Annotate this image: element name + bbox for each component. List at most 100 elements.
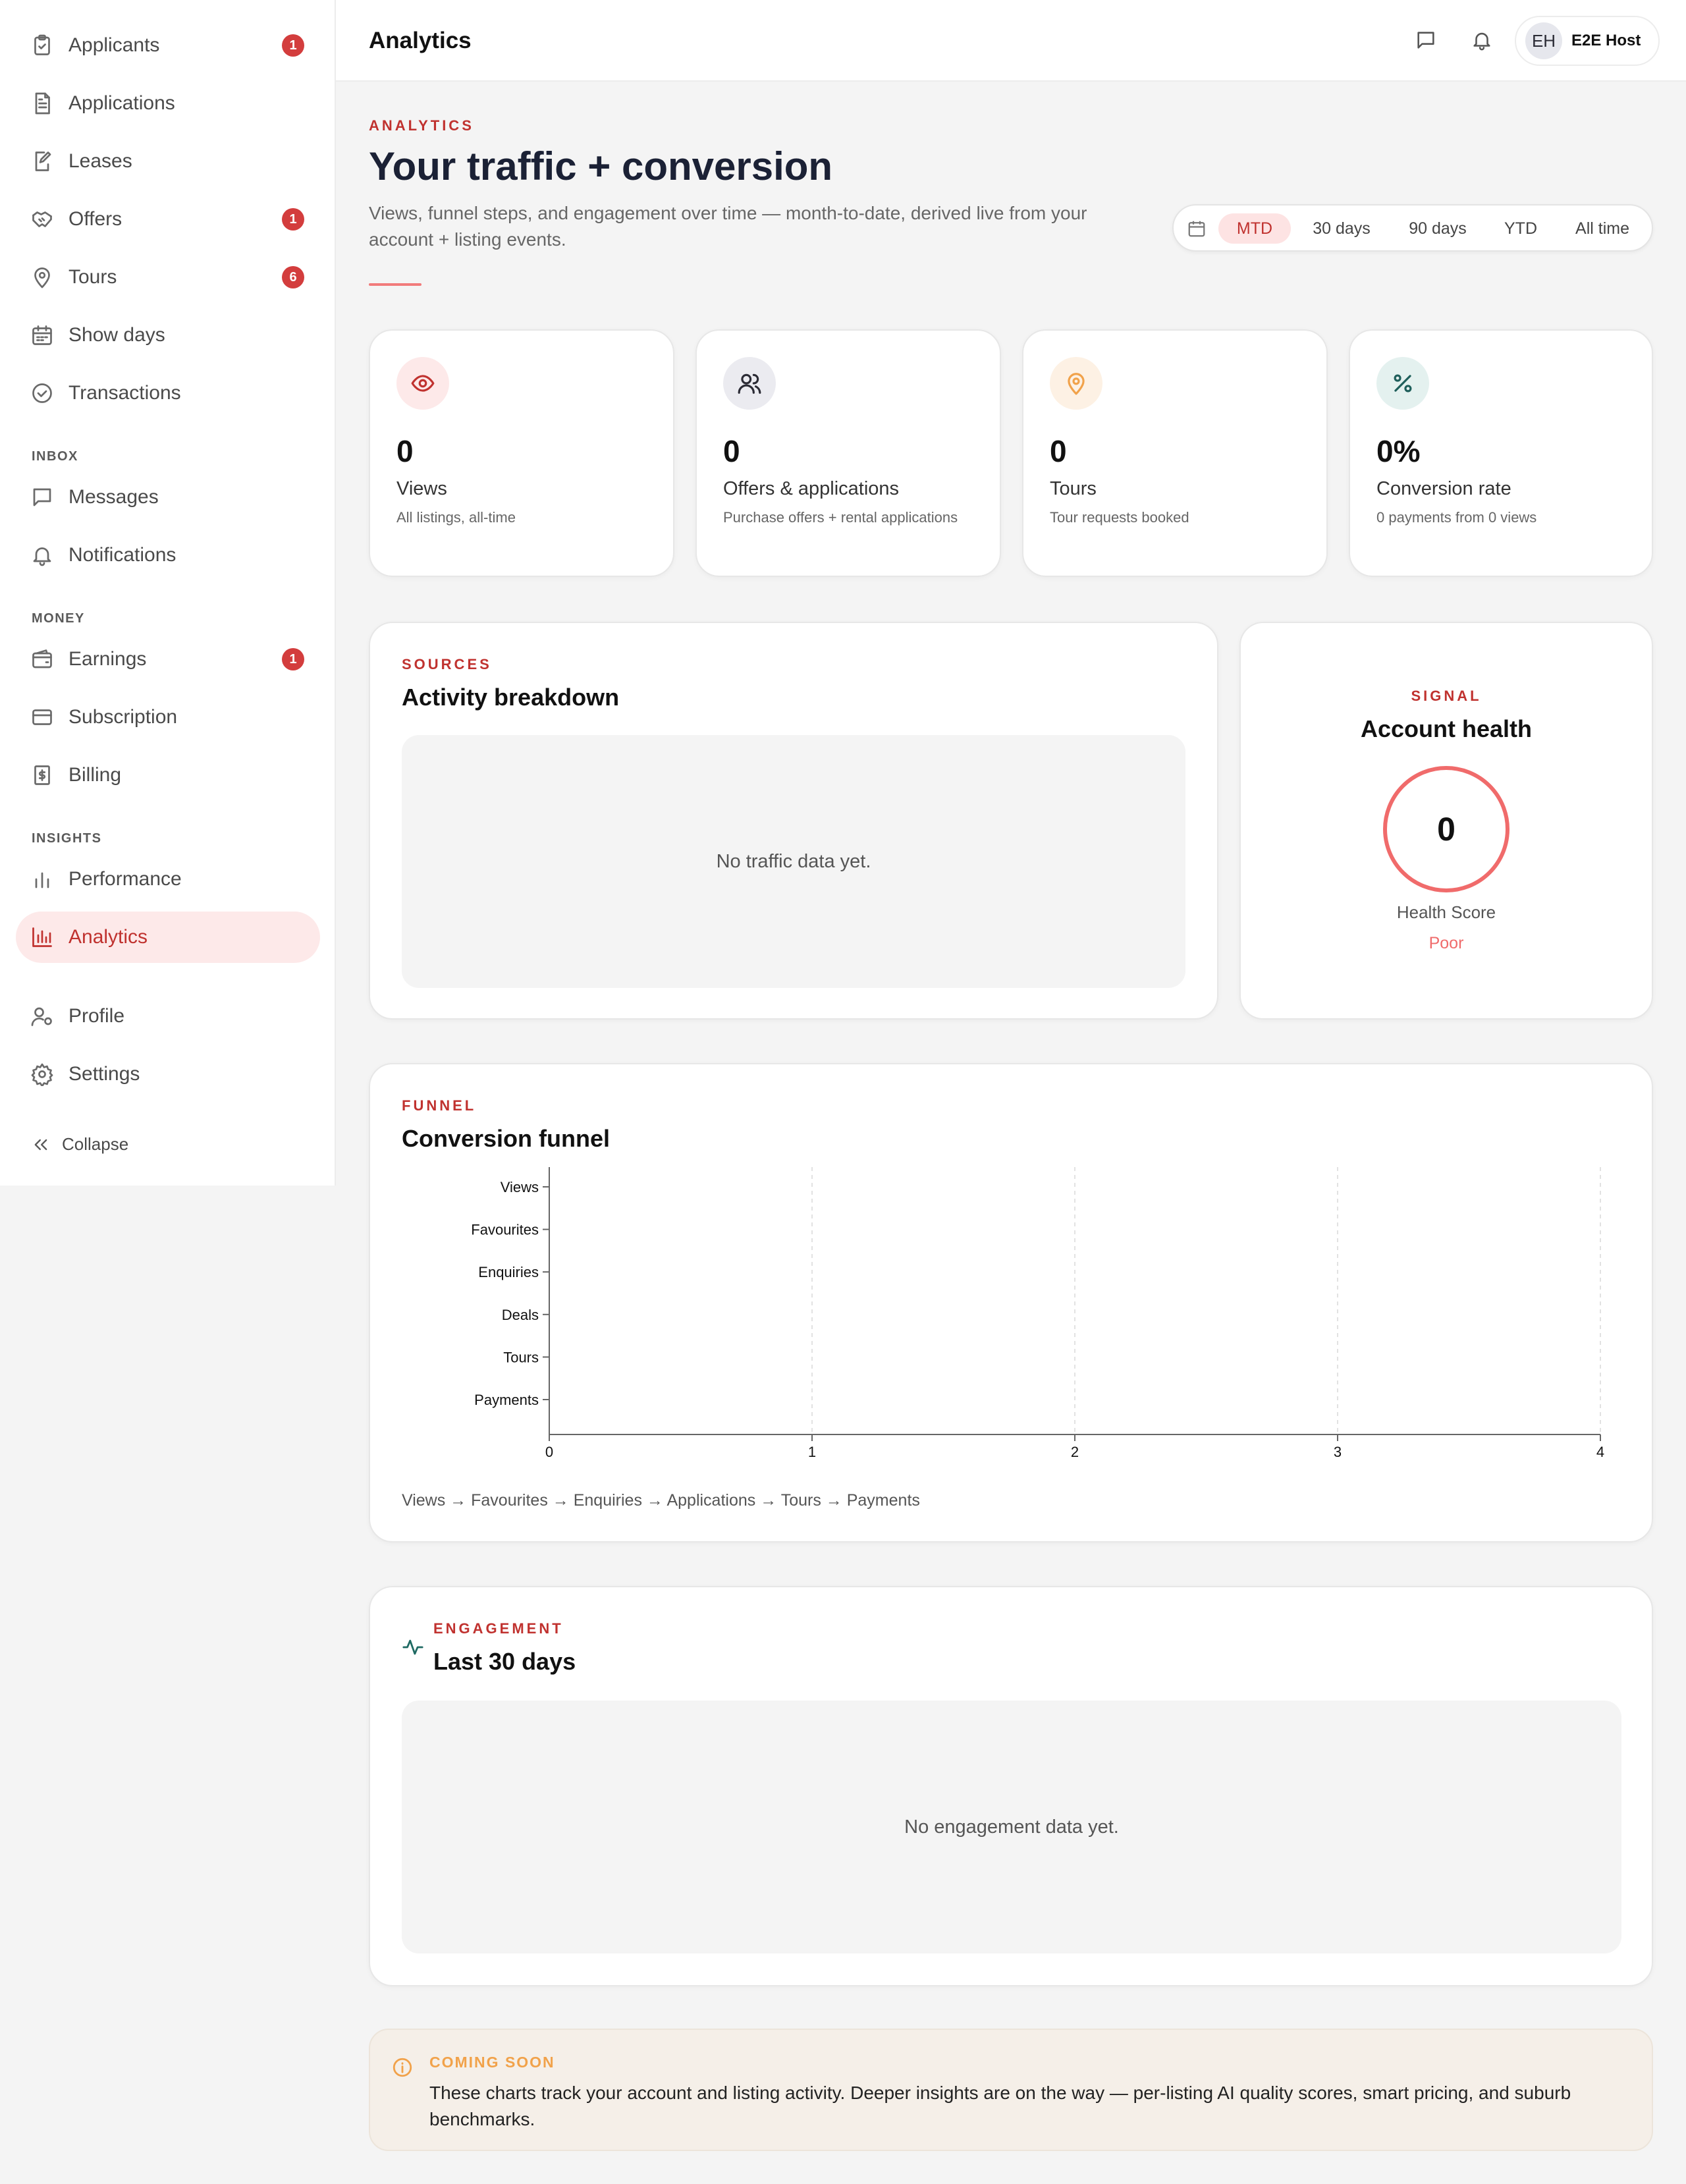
- users-icon: [723, 357, 776, 410]
- sidebar-item-leases[interactable]: Leases: [16, 136, 320, 187]
- sidebar-item-label: Analytics: [68, 926, 148, 948]
- sidebar-item-label: Applicants: [68, 34, 160, 56]
- sidebar: Applicants 1 Applications Leases Offers …: [0, 0, 336, 1186]
- stat-label: Offers & applications: [723, 478, 900, 499]
- sidebar-item-notifications[interactable]: Notifications: [16, 530, 320, 581]
- collapse-label: Collapse: [62, 1134, 129, 1154]
- chat-icon: [1417, 32, 1434, 49]
- top-bar: Analytics EH E2E Host: [336, 0, 1686, 82]
- x-tick-label: 2: [1071, 1444, 1079, 1460]
- pen-document-icon: [30, 150, 54, 173]
- map-pin-icon: [1050, 357, 1102, 410]
- health-score-ring: 0: [1383, 766, 1509, 892]
- sidebar-item-analytics[interactable]: Analytics: [16, 912, 320, 963]
- range-option-30-days[interactable]: 30 days: [1299, 213, 1384, 244]
- credit-card-icon: [30, 705, 54, 729]
- stat-label: Tours: [1050, 478, 1097, 499]
- collapse-button[interactable]: Collapse: [32, 1134, 128, 1155]
- sidebar-item-settings[interactable]: Settings: [16, 1049, 320, 1100]
- wallet-icon: [30, 647, 54, 671]
- count-badge: 1: [282, 648, 304, 670]
- count-badge: 6: [282, 266, 304, 288]
- y-tick-label: Tours: [503, 1349, 539, 1365]
- notice-title: COMING SOON: [429, 2054, 555, 2071]
- user-menu-button[interactable]: EH E2E Host: [1515, 16, 1660, 66]
- sidebar-item-label: Earnings: [68, 648, 147, 670]
- stat-subtext: All listings, all-time: [396, 509, 516, 526]
- card-title: Last 30 days: [433, 1648, 576, 1675]
- health-rating: Poor: [1428, 934, 1464, 952]
- count-badge: 1: [282, 208, 304, 231]
- sidebar-item-tours[interactable]: Tours 6: [16, 252, 320, 303]
- stat-card-conversion-rate: 0% Conversion rate 0 payments from 0 vie…: [1349, 329, 1653, 577]
- sidebar-item-label: Leases: [68, 150, 132, 172]
- stat-card-offers-applications: 0 Offers & applications Purchase offers …: [695, 329, 1001, 577]
- activity-breakdown-card: SOURCES Activity breakdown No traffic da…: [369, 622, 1218, 1020]
- analytics-chart-icon: [30, 925, 54, 949]
- map-pin-icon: [30, 265, 54, 289]
- funnel-caption: Views → Favourites → Enquiries → Applica…: [402, 1491, 920, 1510]
- sidebar-item-profile[interactable]: Profile: [16, 991, 320, 1042]
- empty-state: No traffic data yet.: [402, 735, 1185, 988]
- y-tick-label: Views: [501, 1179, 539, 1195]
- calendar-icon: [1187, 219, 1207, 238]
- sidebar-item-label: Billing: [68, 764, 122, 786]
- section-title-inbox: INBOX: [32, 449, 78, 464]
- sidebar-item-label: Tours: [68, 266, 117, 288]
- count-badge: 1: [282, 34, 304, 57]
- bell-icon: [30, 543, 54, 567]
- bell-icon: [1473, 32, 1490, 51]
- sidebar-item-label: Settings: [68, 1063, 140, 1085]
- range-option-ytd[interactable]: YTD: [1490, 213, 1552, 244]
- activity-pulse-icon: [402, 1636, 424, 1658]
- engagement-card: ENGAGEMENT Last 30 days No engagement da…: [369, 1586, 1653, 1986]
- sidebar-item-offers[interactable]: Offers 1: [16, 194, 320, 245]
- clipboard-icon: [30, 34, 54, 57]
- sidebar-item-subscription[interactable]: Subscription: [16, 692, 320, 743]
- document-icon: [30, 92, 54, 115]
- sidebar-item-performance[interactable]: Performance: [16, 854, 320, 905]
- card-eyebrow: ENGAGEMENT: [433, 1620, 564, 1637]
- title-underline: [369, 283, 422, 286]
- sidebar-item-messages[interactable]: Messages: [16, 472, 320, 523]
- sidebar-item-label: Offers: [68, 208, 122, 230]
- avatar: EH: [1525, 22, 1562, 59]
- sidebar-item-applications[interactable]: Applications: [16, 78, 320, 129]
- range-option-90-days[interactable]: 90 days: [1395, 213, 1481, 244]
- stat-subtext: 0 payments from 0 views: [1376, 509, 1537, 526]
- sidebar-item-label: Applications: [68, 92, 175, 114]
- card-eyebrow: FUNNEL: [402, 1097, 477, 1114]
- gear-icon: [30, 1062, 54, 1087]
- user-name: E2E Host: [1571, 32, 1641, 49]
- page-subtitle: Views, funnel steps, and engagement over…: [369, 203, 1087, 250]
- stat-value: 0: [1050, 434, 1067, 468]
- y-tick-label: Favourites: [471, 1222, 539, 1238]
- sidebar-item-earnings[interactable]: Earnings 1: [16, 634, 320, 685]
- sidebar-item-label: Performance: [68, 868, 182, 890]
- section-title-insights: INSIGHTS: [32, 831, 102, 846]
- sidebar-item-label: Notifications: [68, 544, 177, 566]
- sidebar-item-billing[interactable]: Billing: [16, 750, 320, 801]
- page-header-title: Analytics: [369, 28, 472, 53]
- chat-icon: [30, 485, 54, 509]
- sidebar-item-applicants[interactable]: Applicants 1: [16, 20, 320, 71]
- range-option-all-time[interactable]: All time: [1560, 213, 1645, 244]
- stat-value: 0: [396, 434, 414, 468]
- notifications-button[interactable]: [1467, 25, 1497, 55]
- messages-button[interactable]: [1411, 25, 1441, 55]
- stat-value: 0%: [1376, 434, 1421, 468]
- y-tick-label: Payments: [474, 1392, 539, 1408]
- stat-card-tours: 0 Tours Tour requests booked: [1022, 329, 1328, 577]
- stat-value: 0: [723, 434, 740, 468]
- stat-label: Views: [396, 478, 447, 499]
- sidebar-item-transactions[interactable]: Transactions: [16, 368, 320, 419]
- notice-text: These charts track your account and list…: [429, 2083, 1571, 2129]
- y-tick-label: Deals: [502, 1307, 539, 1323]
- x-tick-label: 0: [545, 1444, 553, 1460]
- stat-subtext: Tour requests booked: [1050, 509, 1189, 526]
- page-title: Your traffic + conversion: [369, 144, 833, 188]
- empty-state: No engagement data yet.: [402, 1701, 1621, 1953]
- range-option-mtd[interactable]: MTD: [1218, 213, 1291, 244]
- page-eyebrow: ANALYTICS: [369, 117, 474, 134]
- sidebar-item-show-days[interactable]: Show days: [16, 310, 320, 361]
